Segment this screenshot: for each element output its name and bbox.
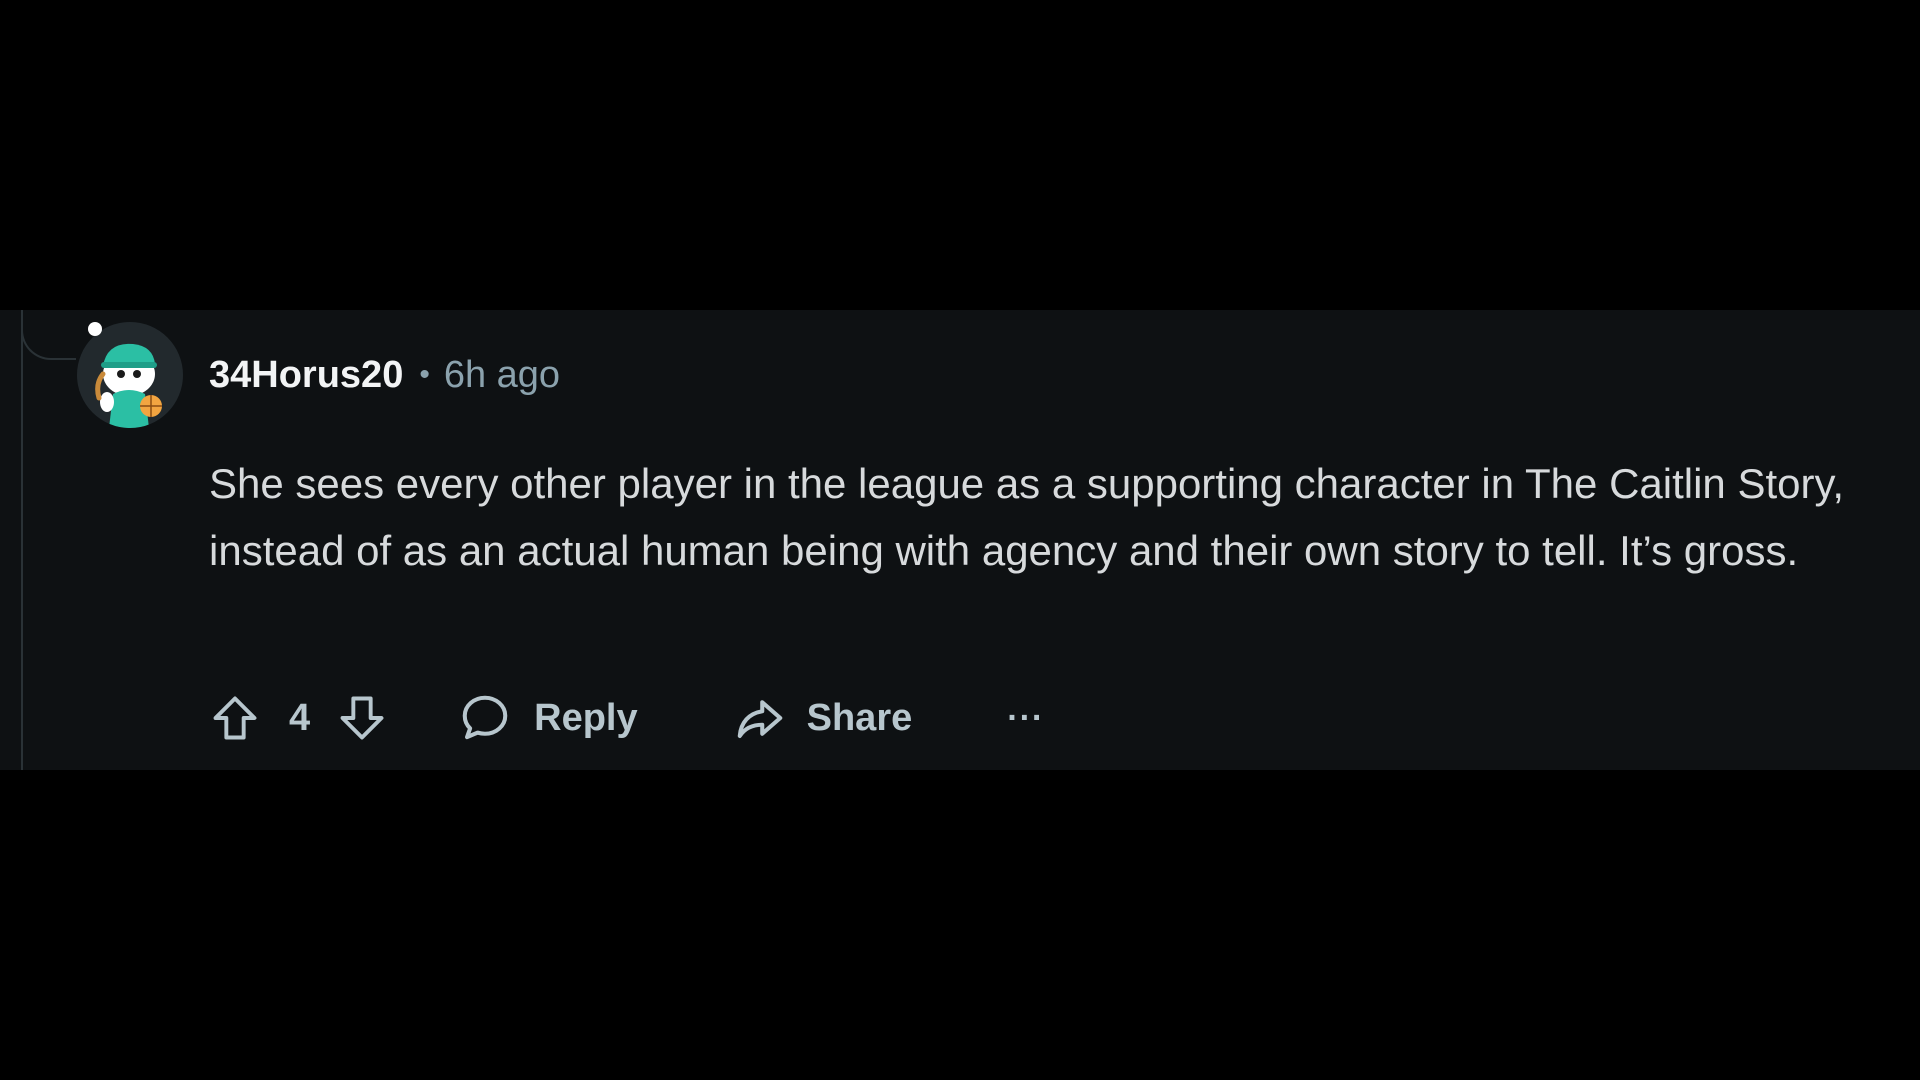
downvote-arrow-icon[interactable]: [336, 692, 388, 744]
comment-timestamp[interactable]: 6h ago: [444, 354, 560, 397]
more-options-button[interactable]: ···: [1007, 699, 1044, 738]
thread-line[interactable]: [21, 310, 23, 770]
snoo-avatar-icon: [95, 343, 162, 428]
reply-button[interactable]: Reply: [458, 691, 638, 745]
speech-bubble-icon: [458, 691, 512, 745]
comment-action-bar: 4 Reply Share ···: [209, 685, 1044, 751]
vote-score: 4: [289, 696, 311, 739]
meta-separator: •: [419, 358, 430, 391]
share-arrow-icon: [733, 691, 787, 745]
comment-meta: 34Horus20 • 6h ago: [209, 350, 560, 400]
online-status-dot: [88, 322, 102, 336]
user-avatar[interactable]: [77, 322, 183, 428]
share-label: Share: [806, 696, 913, 739]
username-link[interactable]: 34Horus20: [209, 354, 403, 397]
thread-connector: [21, 310, 76, 360]
upvote-arrow-icon[interactable]: [209, 692, 261, 744]
share-button[interactable]: Share: [733, 691, 913, 745]
reply-label: Reply: [534, 696, 638, 739]
screenshot-stage: 34Horus20 • 6h ago She sees every other …: [0, 0, 1920, 1080]
comment-card: 34Horus20 • 6h ago She sees every other …: [0, 310, 1920, 770]
comment-body: She sees every other player in the leagu…: [209, 460, 1845, 574]
